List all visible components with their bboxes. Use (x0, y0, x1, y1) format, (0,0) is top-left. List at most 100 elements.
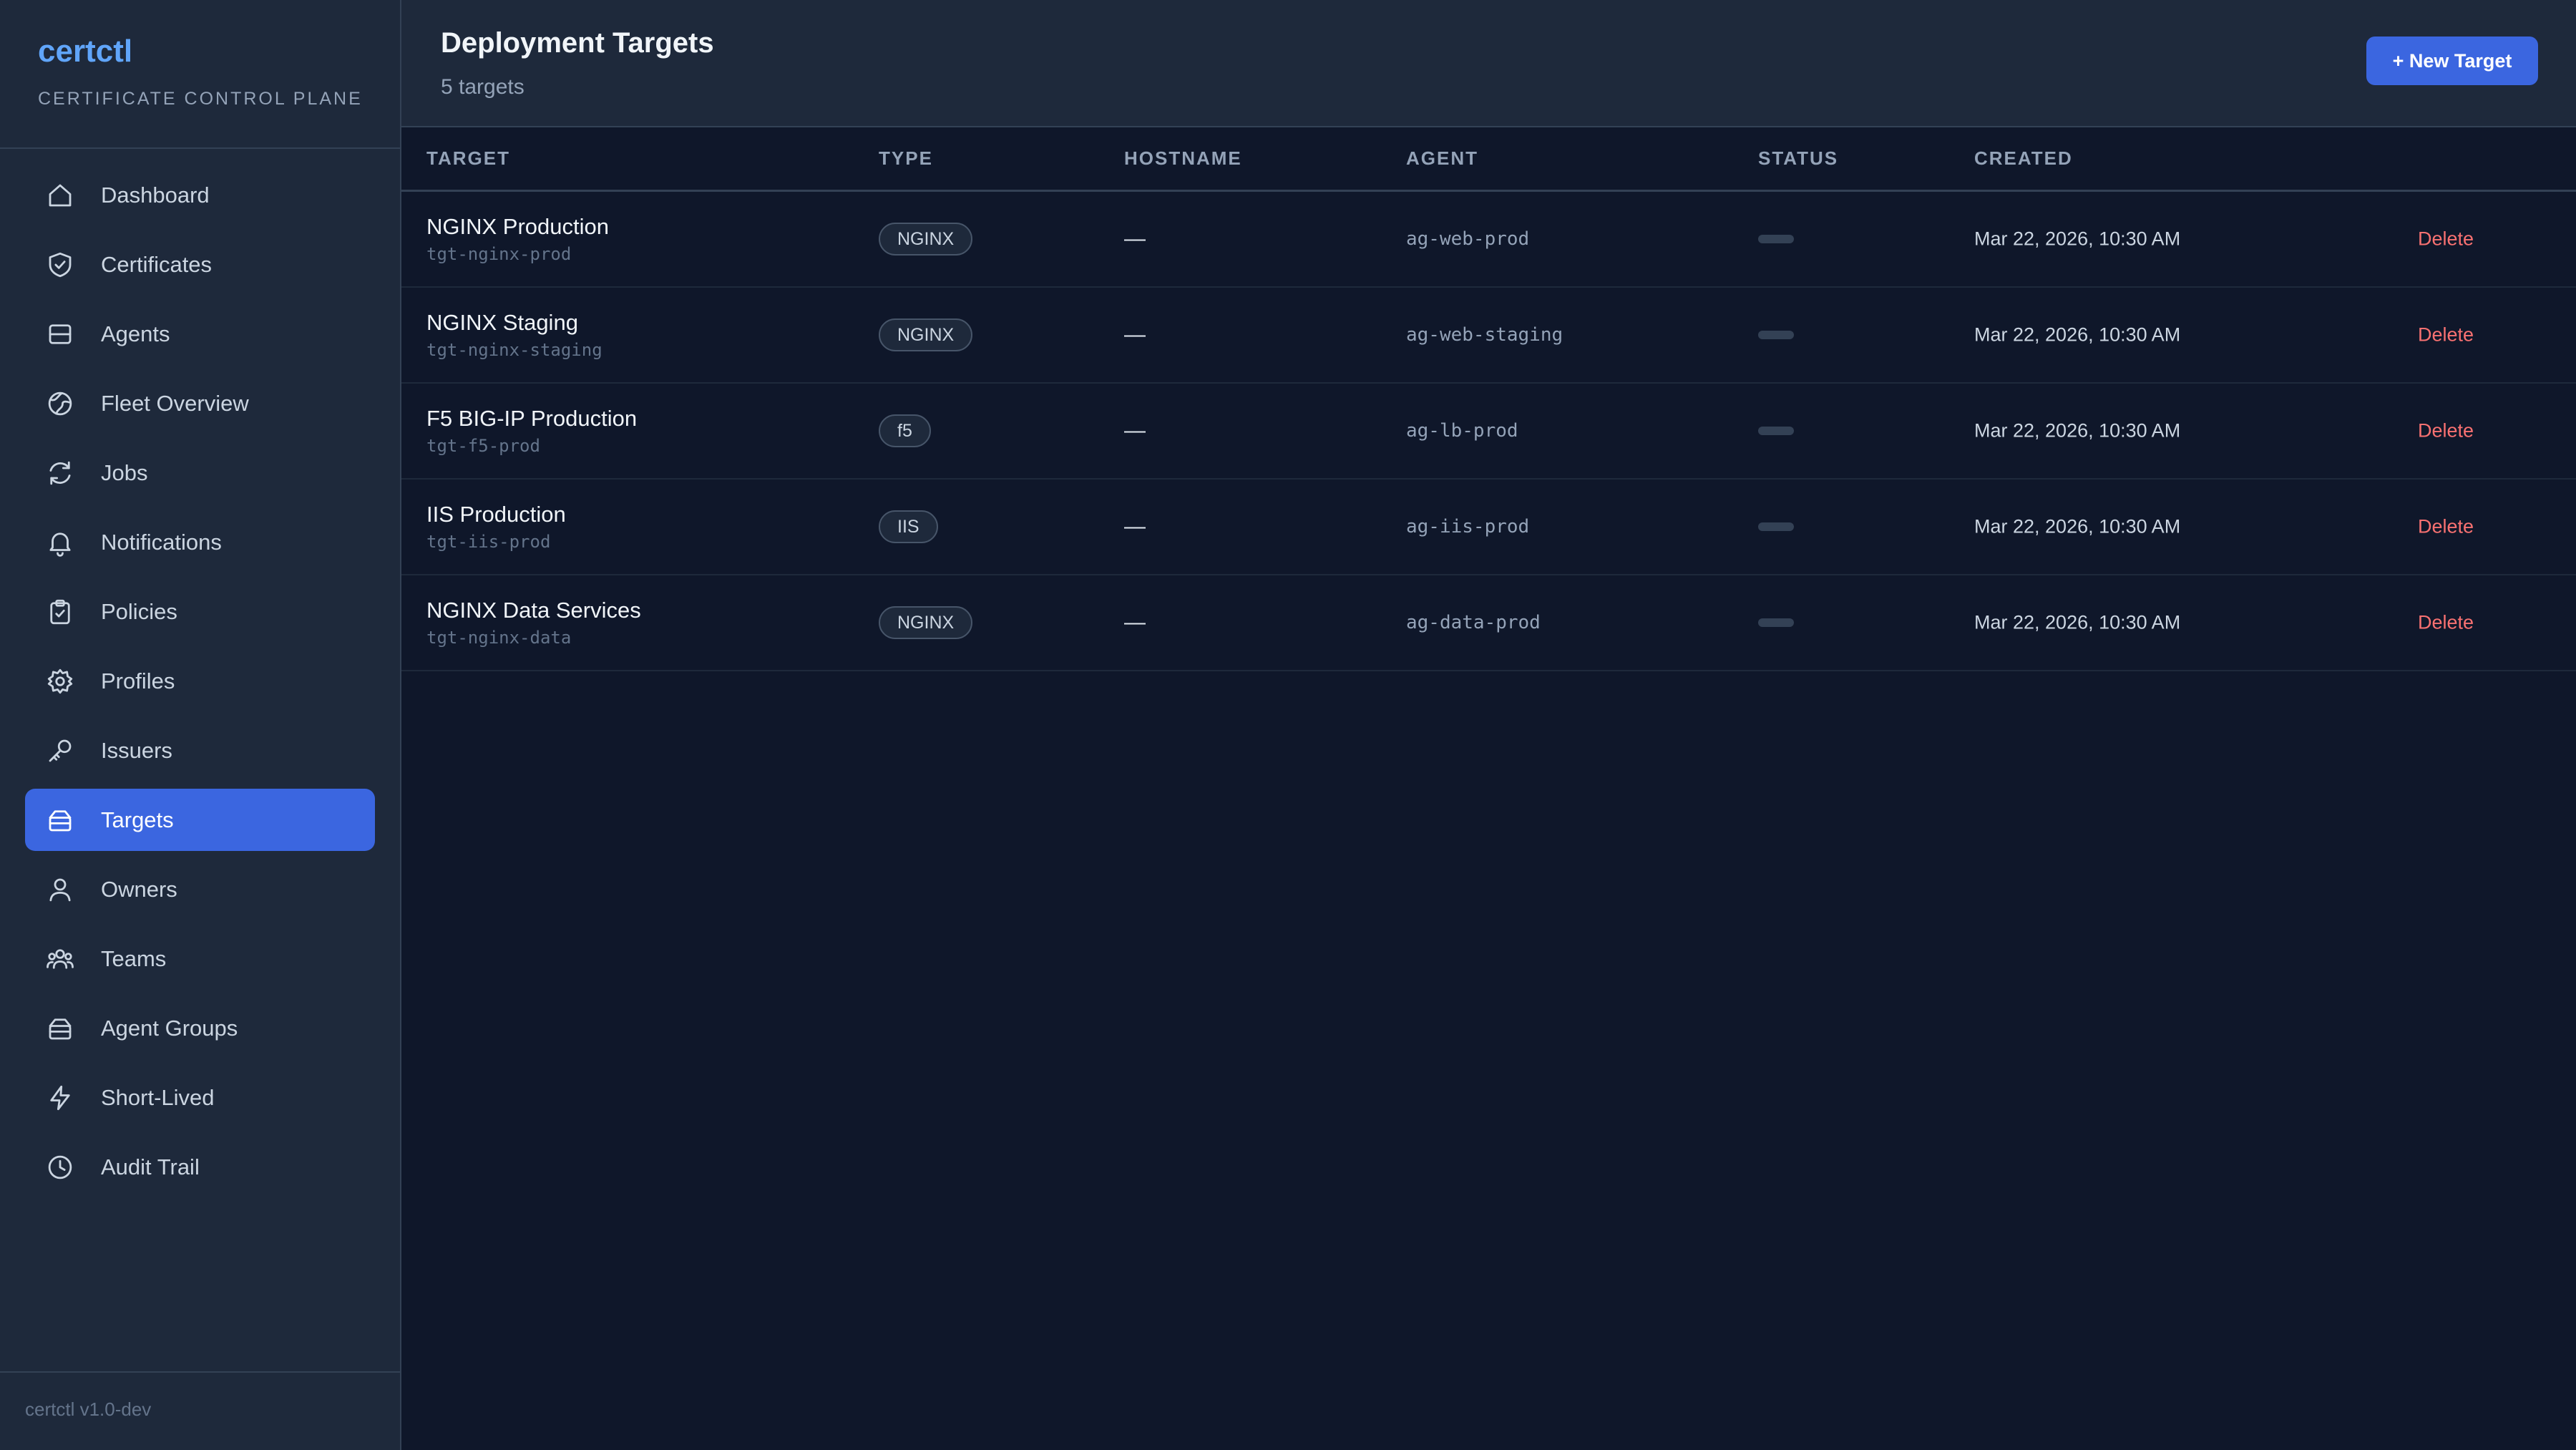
target-name[interactable]: NGINX Staging (426, 310, 602, 336)
column-header-agent[interactable]: AGENT (1406, 147, 1478, 170)
sidebar-item-jobs[interactable]: Jobs (25, 442, 375, 504)
target-name[interactable]: F5 BIG-IP Production (426, 406, 637, 432)
delete-button[interactable]: Delete (2418, 228, 2474, 250)
hostname-cell: — (1124, 515, 1146, 538)
clock-icon (45, 1152, 75, 1182)
sidebar-item-label: Agents (101, 321, 170, 346)
sidebar-item-label: Owners (101, 876, 177, 902)
sidebar-item-label: Certificates (101, 251, 213, 277)
key-icon (45, 736, 75, 766)
status-cell (1758, 331, 1794, 339)
hostname-cell: — (1124, 610, 1146, 634)
shield-icon (45, 250, 75, 280)
sidebar-item-label: Targets (101, 807, 174, 832)
page-header: Deployment Targets 5 targets + New Targe… (401, 0, 2576, 127)
stack-icon (45, 1013, 75, 1043)
target-cell: IIS Production tgt-iis-prod (426, 502, 566, 552)
sidebar-item-certificates[interactable]: Certificates (25, 233, 375, 296)
type-cell: NGINX (879, 223, 973, 256)
sidebar-item-owners[interactable]: Owners (25, 858, 375, 920)
target-cell: NGINX Data Services tgt-nginx-data (426, 598, 641, 648)
new-target-button[interactable]: + New Target (2366, 37, 2538, 85)
sidebar-item-label: Notifications (101, 529, 222, 555)
status-indicator (1758, 331, 1794, 339)
status-indicator (1758, 522, 1794, 531)
status-cell (1758, 522, 1794, 531)
target-name[interactable]: NGINX Data Services (426, 598, 641, 623)
target-name[interactable]: NGINX Production (426, 214, 609, 240)
sidebar-item-targets[interactable]: Targets (25, 789, 375, 851)
sidebar-item-agent-groups[interactable]: Agent Groups (25, 997, 375, 1059)
server-icon (45, 319, 75, 349)
refresh-icon (45, 458, 75, 488)
app-root: certctl CERTIFICATE CONTROL PLANE Dashbo… (0, 0, 2576, 1450)
created-cell: Mar 22, 2026, 10:30 AM (1974, 228, 2181, 250)
column-header-status[interactable]: STATUS (1758, 147, 1838, 170)
target-name[interactable]: IIS Production (426, 502, 566, 527)
sidebar-item-label: Audit Trail (101, 1154, 200, 1179)
agent-cell: ag-web-prod (1406, 228, 1530, 250)
page-title: Deployment Targets (441, 27, 714, 59)
sidebar-item-fleet-overview[interactable]: Fleet Overview (25, 372, 375, 434)
column-header-target[interactable]: TARGET (426, 147, 510, 170)
sidebar-item-issuers[interactable]: Issuers (25, 719, 375, 782)
brand: certctl CERTIFICATE CONTROL PLANE (0, 0, 400, 149)
type-badge: NGINX (879, 223, 973, 256)
created-cell: Mar 22, 2026, 10:30 AM (1974, 419, 2181, 442)
status-cell (1758, 235, 1794, 243)
sidebar-item-label: Profiles (101, 668, 175, 694)
target-cell: F5 BIG-IP Production tgt-f5-prod (426, 406, 637, 456)
table-row[interactable]: NGINX Data Services tgt-nginx-data NGINX — a… (401, 575, 2576, 671)
type-cell: IIS (879, 510, 938, 543)
sidebar-item-notifications[interactable]: Notifications (25, 511, 375, 573)
column-header-created[interactable]: CREATED (1974, 147, 2073, 170)
sidebar-item-dashboard[interactable]: Dashboard (25, 164, 375, 226)
status-cell (1758, 427, 1794, 435)
delete-button[interactable]: Delete (2418, 420, 2474, 442)
delete-button[interactable]: Delete (2418, 324, 2474, 346)
type-badge: NGINX (879, 606, 973, 639)
sidebar-item-teams[interactable]: Teams (25, 928, 375, 990)
column-header-type[interactable]: TYPE (879, 147, 933, 170)
globe-icon (45, 389, 75, 419)
agent-cell: ag-lb-prod (1406, 420, 1518, 442)
sidebar-item-short-lived[interactable]: Short-Lived (25, 1066, 375, 1129)
target-cell: NGINX Production tgt-nginx-prod (426, 214, 609, 264)
sidebar-item-profiles[interactable]: Profiles (25, 650, 375, 712)
target-id: tgt-iis-prod (426, 532, 551, 552)
hostname-cell: — (1124, 323, 1146, 346)
sidebar-item-label: Agent Groups (101, 1015, 238, 1041)
type-cell: NGINX (879, 606, 973, 639)
table-row[interactable]: IIS Production tgt-iis-prod IIS — ag-iis-pro… (401, 480, 2576, 575)
table-row[interactable]: NGINX Production tgt-nginx-prod NGINX — ag-w… (401, 192, 2576, 288)
user-icon (45, 875, 75, 905)
sidebar-item-agents[interactable]: Agents (25, 303, 375, 365)
target-id: tgt-f5-prod (426, 436, 540, 456)
sidebar-item-label: Jobs (101, 459, 148, 485)
hostname-cell: — (1124, 227, 1146, 250)
column-header-hostname[interactable]: HOSTNAME (1124, 147, 1242, 170)
target-cell: NGINX Staging tgt-nginx-staging (426, 310, 602, 360)
sidebar-item-label: Fleet Overview (101, 390, 249, 416)
sidebar-item-audit-trail[interactable]: Audit Trail (25, 1136, 375, 1198)
type-cell: NGINX (879, 318, 973, 351)
created-cell: Mar 22, 2026, 10:30 AM (1974, 323, 2181, 346)
table-body: NGINX Production tgt-nginx-prod NGINX — ag-w… (401, 192, 2576, 671)
target-id: tgt-nginx-prod (426, 244, 572, 264)
delete-button[interactable]: Delete (2418, 516, 2474, 538)
sidebar-item-label: Teams (101, 945, 167, 971)
type-badge: IIS (879, 510, 938, 543)
sidebar-item-policies[interactable]: Policies (25, 580, 375, 643)
target-id: tgt-nginx-data (426, 628, 572, 648)
type-badge: NGINX (879, 318, 973, 351)
table-row[interactable]: F5 BIG-IP Production tgt-f5-prod f5 — ag-lb-… (401, 384, 2576, 480)
clipboard-check-icon (45, 597, 75, 627)
brand-subtitle: CERTIFICATE CONTROL PLANE (38, 89, 363, 109)
users-icon (45, 944, 75, 974)
table-row[interactable]: NGINX Staging tgt-nginx-staging NGINX — ag-w… (401, 288, 2576, 384)
sidebar-item-label: Short-Lived (101, 1084, 215, 1110)
sidebar-nav: Dashboard Certificates Agents Fleet Overvie… (0, 149, 400, 1198)
delete-button[interactable]: Delete (2418, 612, 2474, 634)
brand-name[interactable]: certctl (38, 36, 400, 67)
hostname-cell: — (1124, 419, 1146, 442)
